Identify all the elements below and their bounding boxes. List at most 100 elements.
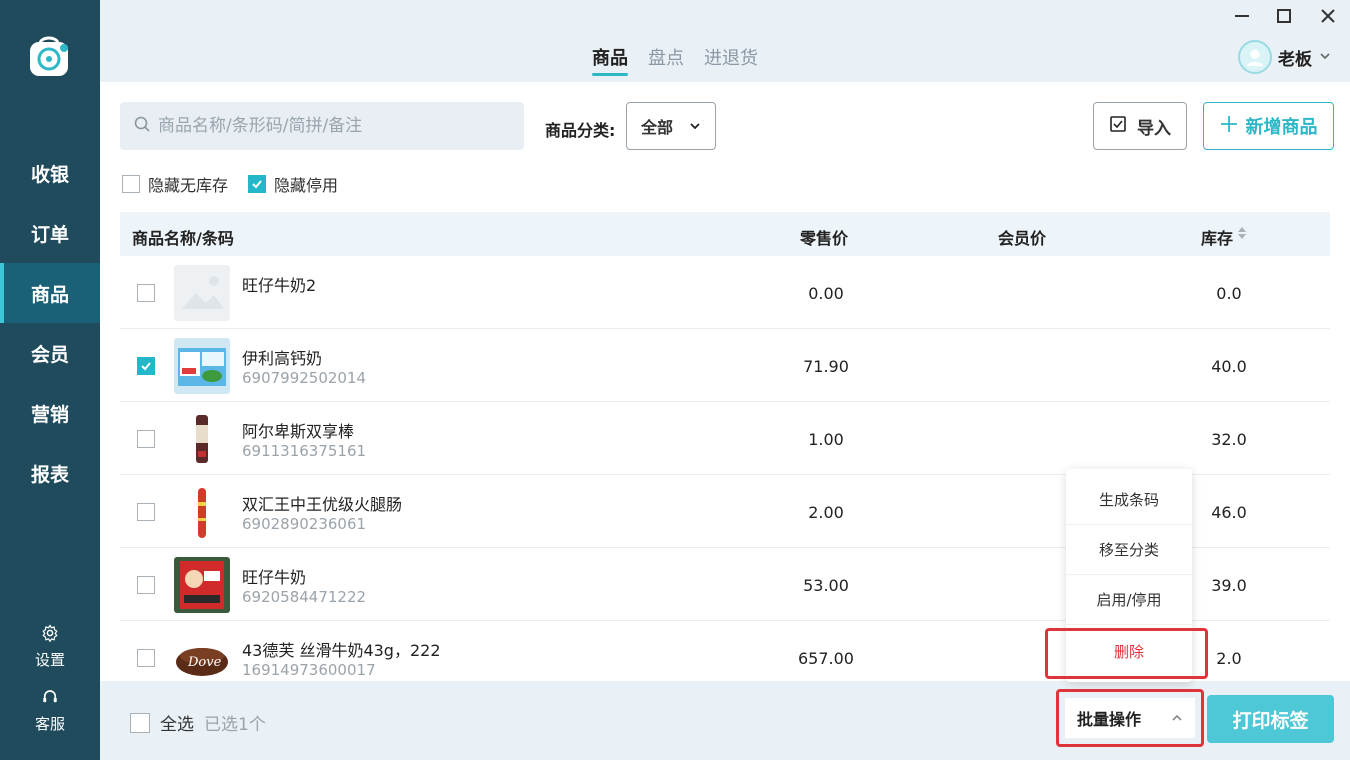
menu-item-delete[interactable]: 删除 bbox=[1066, 626, 1192, 676]
sidebar-item-products[interactable]: 商品 bbox=[0, 263, 100, 323]
batch-operation-label: 批量操作 bbox=[1077, 710, 1142, 729]
stock-value: 46.0 bbox=[1211, 503, 1247, 522]
table-header: 商品名称/条码 零售价 会员价 库存 bbox=[120, 212, 1330, 256]
sidebar-item-reports[interactable]: 报表 bbox=[0, 443, 100, 503]
product-name: 伊利高钙奶 bbox=[242, 349, 323, 368]
headset-icon bbox=[41, 688, 59, 713]
top-bar: 商品 盘点 进退货 老板 bbox=[100, 0, 1350, 82]
placeholder-image bbox=[174, 265, 230, 321]
menu-item-enable-disable[interactable]: 启用/停用 bbox=[1066, 575, 1192, 625]
svg-text:Dove: Dove bbox=[187, 655, 222, 670]
import-button[interactable]: 导入 bbox=[1093, 102, 1187, 150]
minimize-icon[interactable] bbox=[1232, 6, 1252, 26]
user-menu[interactable]: 老板 bbox=[1238, 40, 1332, 74]
column-header-stock[interactable]: 库存 bbox=[1201, 225, 1233, 249]
chevron-down-icon bbox=[1318, 48, 1332, 67]
select-all[interactable]: 全选 已选1个 bbox=[130, 710, 266, 735]
retail-price: 1.00 bbox=[808, 430, 844, 449]
category-label: 商品分类: bbox=[545, 121, 616, 140]
product-name: 阿尔卑斯双享棒 bbox=[242, 422, 355, 441]
hide-no-stock-filter[interactable]: 隐藏无库存 bbox=[122, 172, 228, 196]
product-barcode: 6907992502014 bbox=[242, 369, 367, 387]
tab-stock-in-out[interactable]: 进退货 bbox=[704, 44, 758, 70]
search-icon bbox=[134, 116, 150, 136]
table-row[interactable]: 阿尔卑斯双享棒 6911316375161 1.00 32.0 bbox=[120, 402, 1330, 475]
column-header-name: 商品名称/条码 bbox=[132, 229, 234, 248]
stock-value: 40.0 bbox=[1211, 357, 1247, 376]
stock-value: 0.0 bbox=[1216, 284, 1242, 303]
column-header-retail-price[interactable]: 零售价 bbox=[800, 225, 848, 249]
hide-disabled-checkbox[interactable] bbox=[248, 175, 267, 193]
hide-disabled-filter[interactable]: 隐藏停用 bbox=[248, 172, 338, 196]
maximize-icon[interactable] bbox=[1274, 6, 1294, 26]
sidebar-item-label: 收银 bbox=[30, 163, 69, 186]
tab-products[interactable]: 商品 bbox=[592, 44, 628, 76]
select-all-label: 全选 bbox=[160, 715, 194, 735]
row-checkbox[interactable] bbox=[137, 430, 155, 448]
app-logo bbox=[28, 34, 72, 80]
tab-inventory-check[interactable]: 盘点 bbox=[648, 44, 684, 70]
milk-box-image bbox=[174, 338, 230, 394]
stock-header-label: 库存 bbox=[1201, 229, 1234, 248]
wangzai-milk-image bbox=[174, 557, 230, 613]
product-name: 43德芙 丝滑牛奶43g，222 bbox=[242, 641, 441, 660]
customer-service-button[interactable]: 客服 bbox=[0, 688, 100, 734]
hide-no-stock-label: 隐藏无库存 bbox=[148, 176, 229, 195]
footer-bar: 全选 已选1个 批量操作 打印标签 bbox=[100, 681, 1350, 760]
print-label-button[interactable]: 打印标签 bbox=[1207, 695, 1334, 743]
sidebar-item-label: 商品 bbox=[30, 283, 69, 306]
menu-item-move-category[interactable]: 移至分类 bbox=[1066, 525, 1192, 575]
user-name: 老板 bbox=[1278, 49, 1312, 70]
hide-no-stock-checkbox[interactable] bbox=[122, 175, 140, 193]
hide-disabled-label: 隐藏停用 bbox=[274, 176, 339, 195]
menu-item-generate-barcode[interactable]: 生成条码 bbox=[1066, 475, 1192, 525]
table-row[interactable]: 旺仔牛奶2 0.00 0.0 bbox=[120, 256, 1330, 329]
column-header-member-price[interactable]: 会员价 bbox=[998, 225, 1046, 249]
chevron-down-icon bbox=[689, 117, 701, 136]
select-all-checkbox[interactable] bbox=[130, 712, 150, 733]
selected-count: 已选1个 bbox=[204, 715, 266, 735]
sidebar-item-label: 报表 bbox=[30, 463, 69, 486]
product-barcode: 16914973600017 bbox=[242, 661, 376, 679]
retail-price: 2.00 bbox=[808, 503, 844, 522]
tab-bar: 商品 盘点 进退货 bbox=[592, 44, 758, 76]
add-product-button[interactable]: 新增商品 bbox=[1203, 102, 1334, 150]
sidebar-item-label: 营销 bbox=[30, 403, 69, 426]
row-checkbox[interactable] bbox=[137, 503, 155, 521]
row-checkbox[interactable] bbox=[137, 284, 155, 302]
sidebar-item-label: 会员 bbox=[30, 343, 69, 366]
retail-price: 71.90 bbox=[803, 357, 849, 376]
batch-highlight: 批量操作 bbox=[1056, 689, 1204, 747]
import-icon bbox=[1109, 115, 1127, 138]
stock-value: 39.0 bbox=[1211, 576, 1247, 595]
product-name: 旺仔牛奶2 bbox=[242, 276, 317, 295]
row-checkbox[interactable] bbox=[137, 576, 155, 594]
category-select[interactable]: 全部 bbox=[626, 102, 716, 150]
sidebar-item-orders[interactable]: 订单 bbox=[0, 203, 100, 263]
table-row[interactable]: 伊利高钙奶 6907992502014 71.90 40.0 bbox=[120, 329, 1330, 402]
sidebar-item-cashier[interactable]: 收银 bbox=[0, 143, 100, 203]
sidebar-item-marketing[interactable]: 营销 bbox=[0, 383, 100, 443]
product-name: 旺仔牛奶 bbox=[242, 568, 307, 587]
sort-icon[interactable] bbox=[1237, 225, 1247, 245]
row-checkbox[interactable] bbox=[137, 357, 155, 375]
chevron-up-icon bbox=[1171, 709, 1183, 728]
product-barcode: 6902890236061 bbox=[242, 515, 367, 533]
batch-operation-button[interactable]: 批量操作 bbox=[1065, 698, 1195, 738]
filter-row: 隐藏无库存 隐藏停用 bbox=[122, 172, 338, 196]
service-label: 客服 bbox=[34, 715, 65, 733]
product-barcode: 6920584471222 bbox=[242, 588, 367, 606]
sausage-image bbox=[174, 484, 230, 540]
add-product-label: 新增商品 bbox=[1245, 117, 1318, 138]
search-input[interactable] bbox=[158, 116, 498, 136]
retail-price: 657.00 bbox=[798, 649, 854, 668]
sidebar-item-members[interactable]: 会员 bbox=[0, 323, 100, 383]
settings-button[interactable]: 设置 bbox=[0, 624, 100, 670]
gear-icon bbox=[41, 624, 59, 649]
retail-price: 53.00 bbox=[803, 576, 849, 595]
category-value: 全部 bbox=[641, 118, 674, 137]
search-box[interactable] bbox=[120, 102, 524, 150]
close-icon[interactable] bbox=[1318, 6, 1338, 26]
row-checkbox[interactable] bbox=[137, 649, 155, 667]
dove-chocolate-image: Dove bbox=[174, 630, 230, 681]
